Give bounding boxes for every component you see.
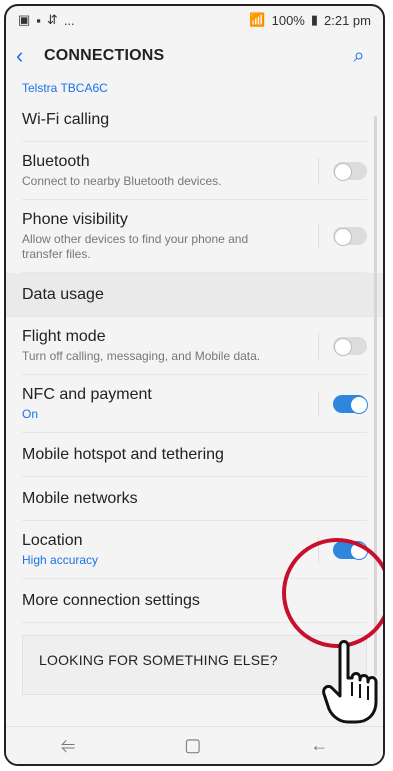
- row-divider: [318, 223, 319, 249]
- setting-sub: Allow other devices to find your phone a…: [22, 232, 249, 261]
- back-nav-icon[interactable]: ←: [310, 735, 328, 756]
- annotation-circle: [282, 538, 383, 648]
- setting-sub: High accuracy: [22, 553, 99, 567]
- toggle-wrap: [318, 221, 367, 251]
- setting-data-usage[interactable]: Data usage: [6, 273, 383, 317]
- setting-mobile-networks[interactable]: Mobile networks: [22, 477, 367, 521]
- row-texts: Wi-Fi calling: [22, 110, 109, 130]
- looking-label: LOOKING FOR SOMETHING ELSE?: [39, 652, 278, 668]
- status-bar: ▣ ▪ ⇵ ... 📶 100% ▮ 2:21 pm: [6, 6, 383, 34]
- setting-mobile-hotspot[interactable]: Mobile hotspot and tethering: [22, 433, 367, 477]
- row-texts: More connection settings: [22, 591, 200, 611]
- phone-visibility-toggle[interactable]: [333, 227, 367, 246]
- toggle-wrap: [318, 331, 367, 361]
- toggle-wrap: [318, 156, 367, 186]
- setting-label: Flight mode: [22, 328, 106, 345]
- setting-label: Mobile hotspot and tethering: [22, 445, 224, 463]
- row-texts: Mobile hotspot and tethering: [22, 445, 224, 465]
- more-notifications-icon: ...: [63, 12, 75, 28]
- setting-label: Bluetooth: [22, 153, 90, 170]
- setting-label: More connection settings: [22, 591, 200, 609]
- row-texts: NFC and payment On: [22, 385, 152, 422]
- row-texts: Location High accuracy: [22, 531, 98, 568]
- app-header: ‹ CONNECTIONS ⌕: [6, 34, 383, 78]
- phone-screen: ▣ ▪ ⇵ ... 📶 100% ▮ 2:21 pm ‹ CONNECTIONS…: [4, 4, 385, 766]
- row-texts: Mobile networks: [22, 489, 138, 509]
- toggle-wrap: [318, 389, 368, 419]
- navigation-bar: ⥢ ▢ ←: [6, 726, 383, 764]
- battery-icon: ▮: [310, 12, 319, 27]
- setting-flight-mode[interactable]: Flight mode Turn off calling, messaging,…: [22, 317, 367, 375]
- search-icon[interactable]: ⌕: [345, 45, 373, 68]
- setting-label: Mobile networks: [22, 489, 138, 507]
- back-button[interactable]: ‹: [16, 43, 44, 69]
- setting-bluetooth[interactable]: Bluetooth Connect to nearby Bluetooth de…: [22, 142, 367, 200]
- looking-for-something-else: LOOKING FOR SOMETHING ELSE?: [22, 635, 367, 695]
- hand-pointer-icon: [322, 640, 378, 724]
- setting-label: Phone visibility: [22, 211, 128, 228]
- setting-sub: Turn off calling, messaging, and Mobile …: [22, 349, 261, 363]
- nfc-toggle[interactable]: [333, 394, 368, 414]
- row-texts: Phone visibility Allow other devices to …: [22, 210, 292, 262]
- row-texts: Data usage: [22, 285, 104, 305]
- setting-label: Wi-Fi calling: [22, 110, 110, 128]
- photo-icon: ▪: [36, 12, 41, 28]
- setting-sub: Connect to nearby Bluetooth devices.: [22, 174, 222, 188]
- battery-percent: 100%: [271, 12, 305, 28]
- setting-nfc-payment[interactable]: NFC and payment On: [22, 375, 368, 433]
- setting-wifi-calling[interactable]: Wi-Fi calling: [22, 98, 367, 142]
- screen-frame: ▣ ▪ ⇵ ... 📶 100% ▮ 2:21 pm ‹ CONNECTIONS…: [0, 0, 393, 771]
- status-time: 2:21 pm: [324, 12, 371, 28]
- row-texts: Flight mode Turn off calling, messaging,…: [22, 327, 260, 364]
- setting-label: Location: [22, 532, 83, 549]
- flight-mode-toggle[interactable]: [333, 336, 367, 356]
- wifi-network-cut: Telstra TBCA6C: [22, 81, 108, 95]
- row-divider: [318, 390, 319, 417]
- row-divider: [318, 157, 319, 184]
- row-divider: [318, 332, 319, 359]
- setting-sub: On: [22, 407, 39, 421]
- row-texts: Bluetooth Connect to nearby Bluetooth de…: [22, 152, 221, 189]
- image-icon: ▣: [18, 12, 31, 27]
- network-icon: ⇵: [46, 12, 58, 27]
- setting-label: Data usage: [22, 285, 104, 303]
- status-left: ▣ ▪ ⇵ ...: [18, 12, 75, 28]
- recent-apps-icon[interactable]: ⥢: [61, 735, 75, 756]
- page-title: CONNECTIONS: [44, 47, 165, 64]
- home-icon[interactable]: ▢: [184, 735, 201, 756]
- bluetooth-toggle[interactable]: [333, 161, 367, 181]
- status-right: 📶 100% ▮ 2:21 pm: [249, 12, 371, 28]
- setting-label: NFC and payment: [22, 386, 152, 403]
- wifi-signal-icon: 📶: [249, 12, 266, 27]
- setting-phone-visibility[interactable]: Phone visibility Allow other devices to …: [22, 200, 367, 273]
